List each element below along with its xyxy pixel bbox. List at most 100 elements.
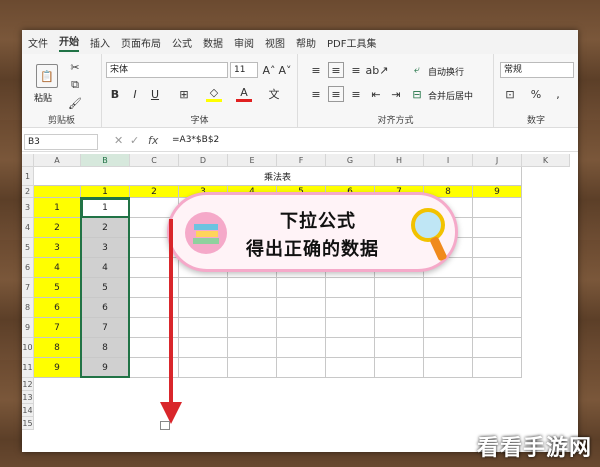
- cell[interactable]: [375, 318, 424, 338]
- cell[interactable]: [277, 338, 326, 358]
- number-format-select[interactable]: 常规: [500, 62, 574, 78]
- column-header[interactable]: B: [81, 154, 130, 167]
- cell[interactable]: [277, 318, 326, 338]
- cell[interactable]: [473, 258, 522, 278]
- menu-item[interactable]: 视图: [265, 35, 285, 50]
- wrap-text-icon[interactable]: ⤶: [410, 62, 424, 78]
- row-header[interactable]: 14: [22, 404, 34, 417]
- multiplier-cell[interactable]: 7: [34, 318, 81, 338]
- cell[interactable]: [179, 278, 228, 298]
- multiplier-cell[interactable]: 5: [34, 278, 81, 298]
- row-header[interactable]: 6: [22, 258, 34, 278]
- cut-icon[interactable]: ✂: [68, 60, 82, 74]
- row-header[interactable]: 3: [22, 198, 34, 218]
- multiplier-cell[interactable]: 2: [34, 218, 81, 238]
- cell[interactable]: [179, 338, 228, 358]
- cell[interactable]: [424, 298, 473, 318]
- phonetic-icon[interactable]: 文: [266, 86, 282, 102]
- multiplier-cell[interactable]: 6: [34, 298, 81, 318]
- menu-item[interactable]: 插入: [90, 35, 110, 50]
- cancel-icon[interactable]: ✕: [114, 134, 123, 147]
- borders-icon[interactable]: ⊞: [176, 86, 192, 102]
- align-top-icon[interactable]: ≡: [308, 62, 324, 78]
- cell[interactable]: [228, 278, 277, 298]
- column-header[interactable]: J: [473, 154, 522, 167]
- font-size-select[interactable]: 11: [230, 62, 258, 78]
- cell[interactable]: [375, 298, 424, 318]
- menu-item[interactable]: 文件: [28, 35, 48, 50]
- multiplier-cell[interactable]: 3: [34, 238, 81, 258]
- font-color-icon[interactable]: A: [236, 86, 252, 102]
- accounting-icon[interactable]: ⊡: [502, 86, 518, 102]
- select-all-corner[interactable]: [22, 154, 34, 167]
- column-header[interactable]: I: [424, 154, 473, 167]
- cell[interactable]: [473, 278, 522, 298]
- header-cell[interactable]: 2: [130, 186, 179, 198]
- comma-icon[interactable]: ,: [550, 86, 566, 102]
- row-header[interactable]: 1: [22, 167, 34, 186]
- row-header[interactable]: 15: [22, 417, 34, 430]
- cell[interactable]: [326, 298, 375, 318]
- cell[interactable]: [424, 338, 473, 358]
- menu-item[interactable]: 页面布局: [121, 35, 161, 50]
- cell[interactable]: [179, 318, 228, 338]
- cell[interactable]: [228, 298, 277, 318]
- wrap-text-label[interactable]: 自动换行: [428, 65, 464, 78]
- italic-icon[interactable]: I: [128, 86, 142, 102]
- align-bottom-icon[interactable]: ≡: [348, 62, 364, 78]
- copy-icon[interactable]: ⧉: [68, 78, 82, 92]
- row-header[interactable]: 4: [22, 218, 34, 238]
- cell[interactable]: [228, 338, 277, 358]
- menu-item[interactable]: PDF工具集: [327, 35, 376, 50]
- align-center-icon[interactable]: ≡: [328, 86, 344, 102]
- multiplier-cell[interactable]: 1: [34, 198, 81, 218]
- merge-center-label[interactable]: 合并后居中: [428, 89, 473, 102]
- row-header[interactable]: 9: [22, 318, 34, 338]
- font-name-select[interactable]: 宋体: [106, 62, 228, 78]
- cell[interactable]: [473, 298, 522, 318]
- multiplier-cell[interactable]: 8: [34, 338, 81, 358]
- cell[interactable]: [473, 338, 522, 358]
- cell[interactable]: [424, 278, 473, 298]
- row-header[interactable]: 7: [22, 278, 34, 298]
- cell[interactable]: [473, 218, 522, 238]
- increase-indent-icon[interactable]: ⇥: [388, 86, 404, 102]
- cell[interactable]: [179, 358, 228, 378]
- column-header[interactable]: G: [326, 154, 375, 167]
- format-painter-icon[interactable]: 🖌: [68, 96, 82, 110]
- increase-font-icon[interactable]: A˄: [262, 62, 276, 78]
- menu-item[interactable]: 审阅: [234, 35, 254, 50]
- cell[interactable]: [424, 358, 473, 378]
- header-cell[interactable]: 9: [473, 186, 522, 198]
- cell[interactable]: [375, 358, 424, 378]
- fill-color-icon[interactable]: ◇: [206, 86, 222, 102]
- enter-icon[interactable]: ✓: [130, 134, 139, 147]
- column-header[interactable]: F: [277, 154, 326, 167]
- name-box[interactable]: B3: [24, 134, 98, 150]
- column-header[interactable]: D: [179, 154, 228, 167]
- align-left-icon[interactable]: ≡: [308, 86, 324, 102]
- cell[interactable]: [424, 318, 473, 338]
- row-header[interactable]: 11: [22, 358, 34, 378]
- bold-icon[interactable]: B: [108, 86, 122, 102]
- cell[interactable]: [277, 358, 326, 378]
- percent-icon[interactable]: %: [528, 86, 544, 102]
- column-header[interactable]: C: [130, 154, 179, 167]
- underline-icon[interactable]: U: [148, 86, 162, 102]
- cell[interactable]: [228, 318, 277, 338]
- paste-label[interactable]: 粘贴: [34, 91, 52, 104]
- column-header[interactable]: E: [228, 154, 277, 167]
- row-header[interactable]: 12: [22, 378, 34, 391]
- align-right-icon[interactable]: ≡: [348, 86, 364, 102]
- cell[interactable]: [179, 298, 228, 318]
- multiplier-cell[interactable]: 9: [34, 358, 81, 378]
- column-header[interactable]: A: [34, 154, 81, 167]
- align-middle-icon[interactable]: ≡: [328, 62, 344, 78]
- decrease-font-icon[interactable]: A˅: [278, 62, 292, 78]
- sheet-title[interactable]: 乘法表: [34, 167, 522, 186]
- cell[interactable]: [375, 338, 424, 358]
- function-icon[interactable]: fx: [148, 134, 158, 147]
- column-header[interactable]: H: [375, 154, 424, 167]
- menu-item[interactable]: 帮助: [296, 35, 316, 50]
- cell[interactable]: [34, 186, 81, 198]
